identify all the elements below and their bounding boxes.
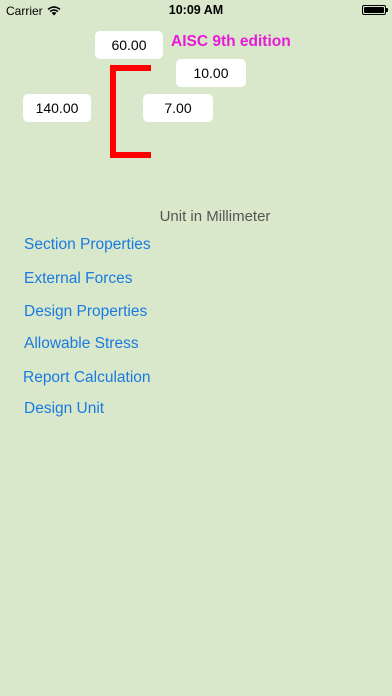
- unit-label: Unit in Millimeter: [159, 208, 271, 225]
- battery-icon: [362, 5, 388, 15]
- flange-thickness-field[interactable]: 10.00: [176, 59, 246, 87]
- allowable-stress-link[interactable]: Allowable Stress: [24, 335, 139, 353]
- flange-width-field[interactable]: 60.00: [95, 31, 163, 59]
- channel-section-icon: [110, 65, 151, 158]
- status-bar: Carrier 10:09 AM: [0, 0, 392, 20]
- status-time: 10:09 AM: [168, 3, 224, 17]
- section-properties-link[interactable]: Section Properties: [24, 236, 151, 254]
- design-unit-link[interactable]: Design Unit: [24, 400, 104, 418]
- design-properties-link[interactable]: Design Properties: [24, 303, 147, 321]
- depth-field[interactable]: 140.00: [23, 94, 91, 122]
- edition-label: AISC 9th edition: [171, 33, 291, 50]
- report-calculation-link[interactable]: Report Calculation: [23, 369, 151, 387]
- web-thickness-field[interactable]: 7.00: [143, 94, 213, 122]
- external-forces-link[interactable]: External Forces: [24, 270, 133, 288]
